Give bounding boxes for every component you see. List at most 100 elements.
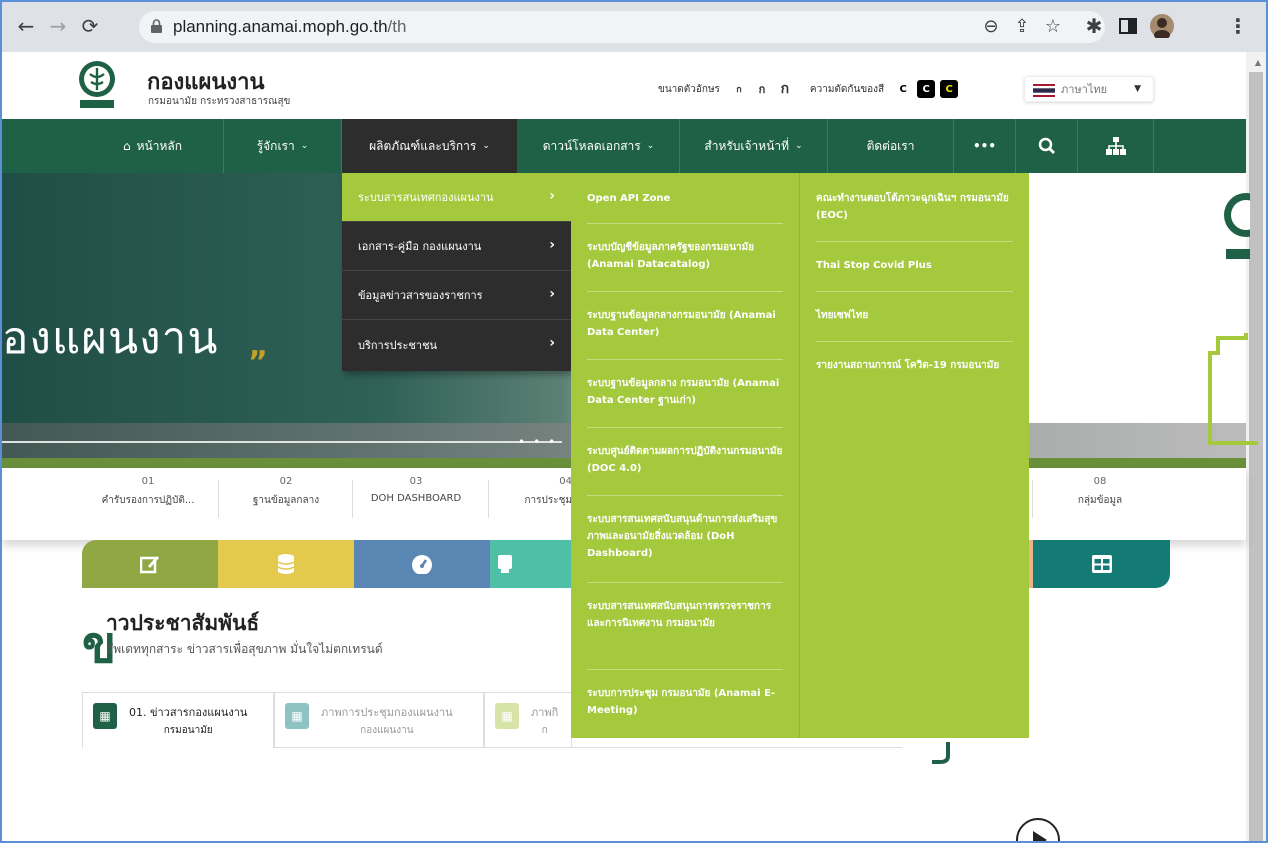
quick-link-item[interactable]: 08 กลุ่มข้อมูล <box>1040 476 1160 508</box>
quote-mark: ” <box>248 345 268 380</box>
side-panel-icon[interactable] <box>1114 12 1142 40</box>
submenu-data-center[interactable]: ระบบฐานข้อมูลกลางกรมอนามัย (Anamai Data … <box>587 307 783 341</box>
address-bar[interactable]: planning.anamai.moph.go.th/th <box>139 11 1105 43</box>
bookmark-star-icon[interactable]: ☆ <box>1039 12 1067 40</box>
dashboard-gauge-icon <box>412 555 432 574</box>
divider <box>816 291 1013 292</box>
database-icon <box>278 554 294 574</box>
home-icon: ⌂ <box>122 139 131 153</box>
divider <box>587 427 783 428</box>
divider <box>587 291 783 292</box>
menu-item-public-services[interactable]: บริการประชาชน › <box>342 320 571 369</box>
accessibility-tools: ขนาดตัวอักษร ก ก ก ความตัดกันของสี C C C <box>658 78 959 100</box>
divider <box>218 480 219 518</box>
share-icon[interactable]: ⇪ <box>1008 12 1036 40</box>
hero-title: องแผนงาน <box>2 313 219 364</box>
news-section-title: าวประชาสัมพันธ์ <box>106 611 260 635</box>
sitemap-icon[interactable] <box>1078 119 1154 173</box>
quick-tab-database[interactable] <box>218 540 354 588</box>
font-size-small-button[interactable]: ก <box>729 80 748 98</box>
decorative-frame <box>1208 333 1258 445</box>
divider <box>587 223 783 224</box>
nav-about[interactable]: รู้จักเรา ⌄ <box>224 119 342 173</box>
divider <box>587 359 783 360</box>
chevron-right-icon: › <box>549 335 555 351</box>
submenu-e-meeting[interactable]: ระบบการประชุม กรมอนามัย (Anamai E-Meetin… <box>587 685 783 719</box>
submenu-covid-report[interactable]: รายงานสถานการณ์ โควิด-19 กรมอนามัย <box>816 357 1013 374</box>
contrast-yellow-button[interactable]: C <box>940 80 959 98</box>
divider <box>587 669 783 670</box>
building-icon: ▦ <box>495 703 519 729</box>
nav-more[interactable]: ••• <box>954 119 1016 173</box>
chevron-down-icon: ⌄ <box>795 141 803 151</box>
scroll-thumb[interactable] <box>1249 72 1263 841</box>
divider <box>488 480 489 518</box>
menu-item-documents-manuals[interactable]: เอกสาร-คู่มือ กองแผนงาน › <box>342 222 571 271</box>
news-tab[interactable]: ▦ ภาพการประชุมกองแผนงาน กองแผนงาน <box>274 692 484 748</box>
lock-icon <box>151 19 162 33</box>
back-icon[interactable]: ← <box>12 12 40 40</box>
quick-tab-meeting[interactable] <box>490 540 572 588</box>
menu-item-official-info[interactable]: ข้อมูลข่าวสารของราชการ › <box>342 271 571 320</box>
url-domain: planning.anamai.moph.go.th <box>173 17 388 36</box>
quick-tab-edit[interactable] <box>82 540 218 588</box>
quick-tab-dashboard[interactable] <box>354 540 490 588</box>
chevron-down-icon: ⌄ <box>646 141 655 151</box>
menu-item-planning-info-system[interactable]: ระบบสารสนเทศกองแผนงาน › <box>342 173 571 222</box>
divider <box>352 480 353 518</box>
products-services-dropdown: ระบบสารสนเทศกองแผนงาน › เอกสาร-คู่มือ กอง… <box>342 173 571 371</box>
edit-icon <box>140 556 159 574</box>
language-select[interactable]: ภาษาไทย ▼ <box>1024 76 1154 102</box>
news-section-subtitle: อัพเดททุกสาระ ข่าวสารเพื่อสุขภาพ มั่นใจไ… <box>106 642 383 656</box>
font-size-medium-button[interactable]: ก <box>752 80 771 98</box>
submenu-open-api-zone[interactable]: Open API Zone <box>587 190 783 207</box>
quick-link-item[interactable]: 02 ฐานข้อมูลกลาง <box>226 476 346 508</box>
font-size-large-button[interactable]: ก <box>775 80 794 98</box>
menu-kebab-icon[interactable]: ⋮ <box>1224 12 1252 40</box>
nav-home[interactable]: ⌂ หน้าหลัก <box>82 119 224 173</box>
play-icon[interactable] <box>1015 817 1061 843</box>
thai-flag-icon <box>1033 84 1055 97</box>
contrast-normal-button[interactable]: C <box>894 80 913 98</box>
submenu-data-center-old[interactable]: ระบบฐานข้อมูลกลาง กรมอนามัย (Anamai Data… <box>587 375 783 409</box>
quick-link-item[interactable]: 03 DOH DASHBOARD <box>356 476 476 504</box>
scroll-up-icon[interactable]: ▲ <box>1255 58 1261 67</box>
main-nav: ⌂ หน้าหลัก รู้จักเรา ⌄ ผลิตภัณฑ์และบริการ ⌄… <box>2 119 1246 173</box>
chevron-down-icon: ⌄ <box>300 141 309 151</box>
table-icon <box>1091 555 1112 573</box>
submenu-datacatalog[interactable]: ระบบบัญชีข้อมูลภาครัฐของกรมอนามัย (Anama… <box>587 239 783 273</box>
quick-link-item[interactable]: 04 การประชุม <box>494 476 572 508</box>
info-system-submenu: Open API Zone ระบบบัญชีข้อมูลภาครัฐของกร… <box>571 173 800 738</box>
department-logo[interactable] <box>78 60 116 110</box>
site-subtitle: กรมอนามัย กระทรวงสาธารณสุข <box>148 96 291 107</box>
divider <box>816 341 1013 342</box>
divider <box>587 495 783 496</box>
carousel-dots[interactable]: ••• <box>518 435 563 449</box>
news-tab[interactable]: ▦ ภาพกิก <box>484 692 572 748</box>
forward-icon[interactable]: → <box>44 12 72 40</box>
covid-links-submenu: คณะทำงานตอบโต้ภาวะฉุกเฉินฯ กรมอนามัย (EO… <box>800 173 1029 738</box>
submenu-doh-dashboard[interactable]: ระบบสารสนเทศสนับสนุนด้านการส่งเสริมสุขภา… <box>587 511 783 562</box>
quick-tab-table[interactable] <box>1033 540 1170 588</box>
quick-link-item[interactable]: 01 คำรับรองการปฏิบัติ... <box>88 476 208 508</box>
nav-contact[interactable]: ติดต่อเรา <box>828 119 954 173</box>
zoom-icon[interactable]: ⊖ <box>977 12 1005 40</box>
search-icon[interactable] <box>1016 119 1078 173</box>
chevron-right-icon: › <box>549 188 555 204</box>
submenu-doc-4[interactable]: ระบบศูนย์ติดตามผลการปฏิบัติงานกรมอนามัย … <box>587 443 783 477</box>
profile-avatar[interactable] <box>1148 12 1176 40</box>
nav-staff[interactable]: สำหรับเจ้าหน้าที่ ⌄ <box>680 119 828 173</box>
contrast-dark-button[interactable]: C <box>917 80 936 98</box>
webpage: ▲ กองแผนงาน กรมอนามัย กระทรวงสาธารณสุข ข… <box>2 52 1266 843</box>
submenu-thai-save-thai[interactable]: ไทยเซฟไทย <box>816 307 1013 324</box>
reload-icon[interactable]: ⟳ <box>76 12 104 40</box>
news-tab-active[interactable]: ▦ 01. ข่าวสารกองแผนงาน กรมอนามัย <box>82 692 274 748</box>
submenu-eoc[interactable]: คณะทำงานตอบโต้ภาวะฉุกเฉินฯ กรมอนามัย (EO… <box>816 190 1013 224</box>
extensions-icon[interactable]: ✱ <box>1080 12 1108 40</box>
department-logo-small <box>1224 193 1250 259</box>
nav-products-services[interactable]: ผลิตภัณฑ์และบริการ ⌄ <box>342 119 518 173</box>
submenu-inspection-system[interactable]: ระบบสารสนเทศสนับสนุนการตรวจราชการและการน… <box>587 598 783 632</box>
submenu-thai-stop-covid[interactable]: Thai Stop Covid Plus <box>816 257 1013 274</box>
contrast-label: ความตัดกันของสี <box>809 83 885 95</box>
nav-downloads[interactable]: ดาวน์โหลดเอกสาร ⌄ <box>518 119 680 173</box>
